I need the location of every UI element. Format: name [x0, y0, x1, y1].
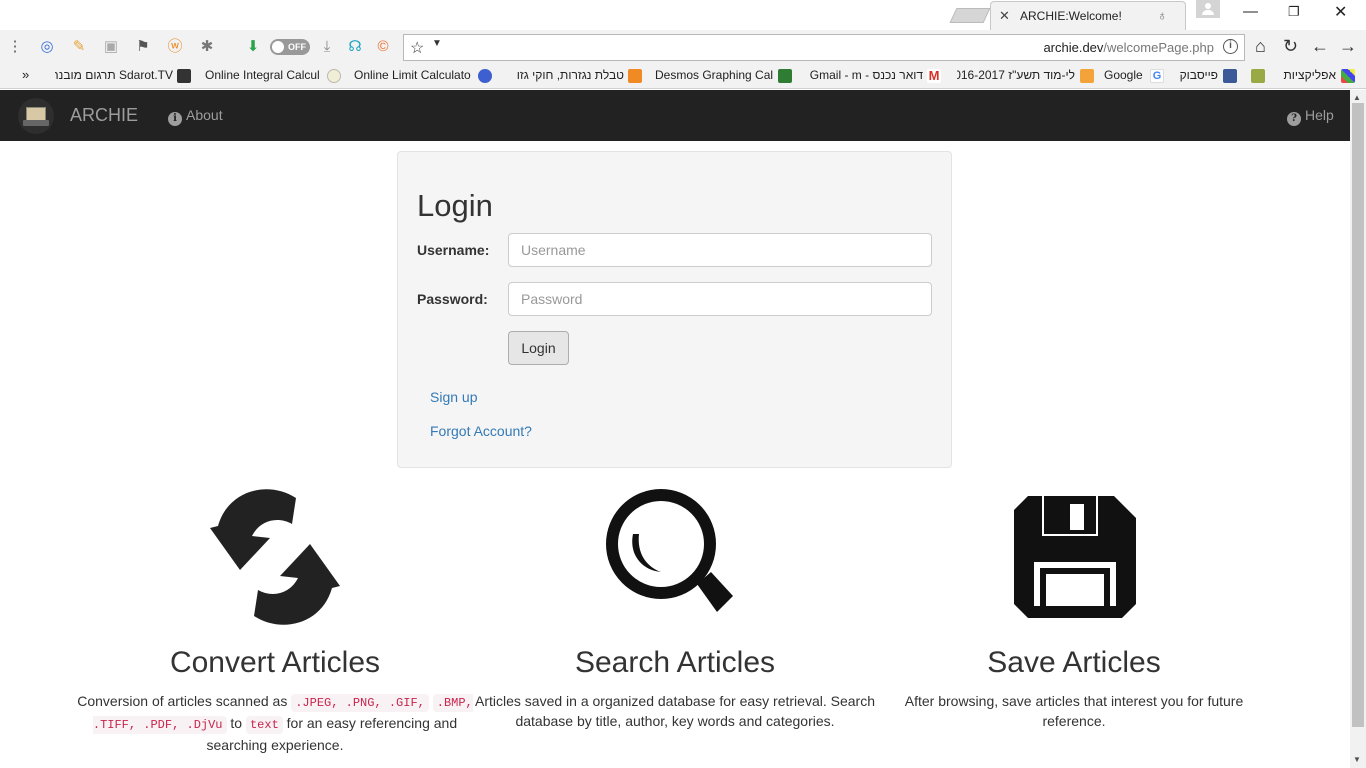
typewriter-base-shape	[23, 120, 49, 126]
nav-about[interactable]: i About	[168, 107, 223, 126]
page-content: ARCHIE i About ? Help Login Username: Pass…	[0, 90, 1350, 768]
nav-about-label: About	[186, 107, 223, 123]
scroll-down-icon[interactable]: ▼	[1353, 755, 1361, 764]
bookmark-google[interactable]: Google	[1104, 68, 1147, 82]
headphones-icon[interactable]: ☊	[346, 38, 364, 56]
brand-name[interactable]: ARCHIE	[70, 105, 138, 126]
extension-wave-icon[interactable]: ◎	[38, 38, 56, 56]
convert-text-after: for an easy referencing and searching ex…	[206, 715, 458, 753]
bookmark-star-icon[interactable]: ☆	[410, 38, 424, 58]
chevron-down-icon[interactable]: ▼	[432, 38, 442, 49]
info-icon: i	[168, 112, 182, 126]
desmos-icon	[778, 69, 792, 83]
browser-toolbar: ⋮ ◎ ✎ ▣ ⚑ ⓦ ✱ ⬇ OFF ⤓ ☊ © ☆ ▼ archie.dev…	[0, 30, 1366, 64]
bookmark-integral-calculator[interactable]: Online Integral Calcul	[205, 68, 323, 82]
limit-calc-icon	[478, 69, 492, 83]
bookmark-limod[interactable]: לי-מוד תשע"ז 2016-2017	[957, 68, 1075, 82]
url-path: /welcomePage.php	[1103, 40, 1214, 55]
save-title: Save Articles	[987, 646, 1161, 679]
bookmark-sdarot[interactable]: Sdarot.TV תרגום מובנה	[55, 68, 173, 82]
question-icon: ?	[1287, 112, 1301, 126]
browser-tabstrip: ✕ ARCHIE:Welcome! ♁ — ❐ ✕	[0, 0, 1366, 30]
login-title: Login	[417, 188, 493, 223]
username-label: Username:	[417, 242, 490, 258]
limod-icon	[1080, 69, 1094, 83]
extension-w-icon[interactable]: ⓦ	[166, 38, 184, 56]
bookmark-derivatives[interactable]: טבלת נגזרות, חוקי גזו	[506, 68, 624, 82]
save-text: After browsing, save articles that inter…	[904, 693, 1244, 729]
browser-tab[interactable]: ✕ ARCHIE:Welcome! ♁	[990, 1, 1186, 30]
facebook-icon	[1223, 69, 1237, 83]
address-bar[interactable]: ☆ ▼ archie.dev/welcomePage.php i	[403, 34, 1245, 61]
integral-calc-icon	[327, 69, 341, 83]
url-host: archie.dev	[1043, 40, 1104, 55]
restore-icon[interactable]: ❐	[1288, 4, 1300, 20]
forgot-account-link[interactable]: Forgot Account?	[430, 423, 532, 439]
floppy-disk-icon	[1014, 496, 1136, 618]
typewriter-logo-icon[interactable]	[18, 98, 54, 134]
refresh-icon	[210, 489, 340, 625]
extension-brush-icon[interactable]: ✎	[70, 38, 88, 56]
tab-audio-icon[interactable]: ♁	[1157, 7, 1168, 23]
reload-icon[interactable]: ↻	[1283, 36, 1298, 57]
back-icon[interactable]: ←	[1311, 36, 1329, 57]
gmail-icon: M	[927, 68, 941, 83]
apps-grid-icon[interactable]	[1341, 69, 1355, 83]
bookmark-gmail[interactable]: דואר נכנס - Gmail - m	[806, 68, 923, 82]
convert-formats-1: .JPEG, .PNG, .GIF,	[291, 694, 429, 712]
scroll-thumb[interactable]	[1352, 103, 1364, 727]
url-text[interactable]: archie.dev/welcomePage.php	[1043, 40, 1214, 55]
download-green-icon[interactable]: ⬇	[244, 38, 262, 56]
google-icon: G	[1150, 69, 1164, 83]
bookmark-apps[interactable]: אפליקציות	[1279, 68, 1336, 82]
search-icon	[606, 489, 733, 612]
password-label: Password:	[417, 291, 488, 307]
site-info-icon[interactable]: i	[1223, 39, 1238, 54]
nav-help[interactable]: ? Help	[1287, 107, 1334, 126]
password-input[interactable]	[508, 282, 932, 316]
derivatives-icon	[628, 69, 642, 83]
nav-help-label: Help	[1305, 107, 1334, 123]
site-navbar: ARCHIE i About ? Help	[0, 90, 1350, 141]
bookmark-desmos[interactable]: Desmos Graphing Calc	[655, 68, 773, 82]
username-input[interactable]	[508, 233, 932, 267]
new-tab-button[interactable]	[949, 8, 991, 23]
tab-title: ARCHIE:Welcome!	[1020, 9, 1122, 23]
extension-toggle[interactable]: OFF	[270, 39, 310, 55]
page-scrollbar[interactable]: ▲ ▼	[1350, 90, 1366, 768]
extension-bag-icon[interactable]: ⚑	[134, 38, 152, 56]
bookmark-limit-calculator[interactable]: Online Limit Calculato	[354, 68, 472, 82]
login-panel: Login Username: Password: Login Sign up …	[397, 151, 952, 468]
bookmarks-bar: אפליקציות פייסבוק G Google לי-מוד תשע"ז …	[0, 64, 1366, 89]
search-text: Articles saved in a organized database f…	[475, 693, 875, 729]
profile-button[interactable]	[1196, 0, 1220, 18]
convert-text-before: Conversion of articles scanned as	[77, 693, 288, 709]
extension-box-icon[interactable]: ▣	[102, 38, 120, 56]
convert-text-code: text	[245, 716, 283, 734]
signup-link[interactable]: Sign up	[430, 389, 477, 405]
typewriter-paper-shape	[26, 107, 46, 121]
bookmark-facebook[interactable]: פייסבוק	[1173, 68, 1218, 82]
bookmarks-overflow-button[interactable]: »	[22, 67, 29, 82]
scroll-up-icon[interactable]: ▲	[1353, 93, 1361, 102]
convert-title: Convert Articles	[169, 646, 381, 679]
sdarot-icon	[177, 69, 191, 83]
extension-puzzle-icon[interactable]: ✱	[198, 38, 216, 56]
forward-icon[interactable]: →	[1339, 36, 1357, 57]
tab-close-icon[interactable]: ✕	[999, 8, 1010, 24]
bookmark-apps-favicon-icon	[1251, 69, 1265, 83]
login-button[interactable]: Login	[508, 331, 569, 365]
home-icon[interactable]: ⌂	[1255, 36, 1266, 57]
menu-dots-icon[interactable]: ⋮	[6, 38, 24, 56]
download-tray-icon[interactable]: ⤓	[318, 38, 336, 56]
minimize-icon[interactable]: —	[1243, 3, 1258, 20]
profile-shoulder-icon	[1202, 10, 1214, 15]
extension-c-icon[interactable]: ©	[374, 38, 392, 56]
convert-to: to	[230, 715, 243, 731]
close-window-icon[interactable]: ✕	[1334, 2, 1347, 22]
search-title: Search Articles	[574, 646, 776, 679]
convert-text: Conversion of articles scanned as .JPEG,…	[75, 691, 475, 755]
profile-head-icon	[1205, 3, 1211, 9]
